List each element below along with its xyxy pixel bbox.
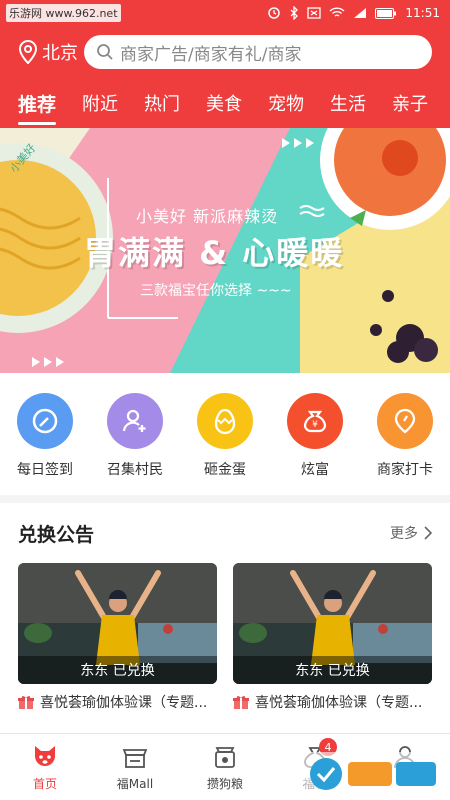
section-title: 兑换公告 — [18, 523, 95, 546]
chevron-right-icon — [424, 526, 432, 540]
exchange-card[interactable]: 东东 已兑换 喜悦荟瑜伽体验课（专题... — [233, 563, 432, 712]
dog-home-icon — [35, 746, 55, 766]
city-label: 北京 — [42, 43, 78, 64]
tab-life[interactable]: 生活 — [330, 90, 366, 116]
nav-dog-food[interactable]: 攒狗粮 — [185, 742, 265, 792]
sim-icon — [307, 7, 322, 19]
tab-hot[interactable]: 热门 — [144, 90, 180, 116]
quick-actions: 每日签到 召集村民 砸金蛋 ¥ 炫富 商家打卡 — [0, 373, 450, 495]
add-user-icon — [107, 393, 163, 449]
location-pin-icon — [18, 40, 38, 64]
more-label: 更多 — [390, 526, 418, 542]
search-input[interactable]: 商家广告/商家有礼/商家 — [84, 35, 432, 69]
gift-icon — [233, 696, 249, 709]
golden-egg-icon — [197, 393, 253, 449]
bluetooth-icon — [290, 6, 299, 20]
quick-golden-egg[interactable]: 砸金蛋 — [185, 393, 265, 495]
nav-label: 攒狗粮 — [206, 777, 243, 791]
banner-text-2: 胃满满 & 心暖暖 — [84, 234, 345, 272]
store-icon — [122, 749, 148, 768]
nav-label: 首页 — [32, 777, 57, 791]
watermark-logo — [304, 752, 442, 796]
tab-recommend[interactable]: 推荐 — [18, 90, 57, 125]
alarm-icon — [268, 7, 281, 19]
search-row: 北京 商家广告/商家有礼/商家 — [0, 26, 450, 78]
gift-icon — [18, 696, 34, 709]
quick-label: 砸金蛋 — [204, 462, 246, 478]
money-bag-icon: ¥ — [287, 393, 343, 449]
quick-invite[interactable]: 召集村民 — [95, 393, 175, 495]
card-overlay: 东东 已兑换 — [233, 656, 432, 684]
dog-food-icon — [215, 747, 235, 768]
search-placeholder: 商家广告/商家有礼/商家 — [120, 44, 302, 65]
city-selector[interactable]: 北京 — [18, 39, 84, 65]
tab-food[interactable]: 美食 — [206, 90, 242, 116]
tab-family[interactable]: 亲子 — [392, 90, 428, 116]
card-overlay: 东东 已兑换 — [18, 656, 217, 684]
status-bar: 乐游网 www.962.net 11:51 — [0, 0, 450, 26]
card-photo: 东东 已兑换 — [18, 563, 217, 684]
tab-pets[interactable]: 宠物 — [268, 90, 304, 116]
card-caption: 喜悦荟瑜伽体验课（专题... — [255, 695, 423, 711]
check-in-icon — [17, 393, 73, 449]
tab-nearby[interactable]: 附近 — [82, 90, 118, 116]
exchange-section: 兑换公告 更多 东东 已兑换 喜悦荟瑜伽体验课（专题... 东东 已兑换 喜悦荟… — [0, 503, 450, 733]
banner-text-1: 小美好 新派麻辣烫 — [136, 207, 279, 226]
quick-label: 召集村民 — [107, 462, 163, 478]
search-icon — [97, 44, 113, 60]
quick-merchant-checkin[interactable]: 商家打卡 — [365, 393, 445, 495]
map-pin-icon — [377, 393, 433, 449]
status-icons: 11:51 — [267, 6, 440, 20]
exchange-card[interactable]: 东东 已兑换 喜悦荟瑜伽体验课（专题... — [18, 563, 217, 712]
header: 乐游网 www.962.net 11:51 北京 商家广告/商家有礼/商家 推荐… — [0, 0, 450, 128]
clock: 11:51 — [405, 6, 440, 20]
quick-check-in[interactable]: 每日签到 — [5, 393, 85, 495]
svg-text:¥: ¥ — [312, 420, 318, 430]
card-caption: 喜悦荟瑜伽体验课（专题... — [40, 695, 208, 711]
more-link[interactable]: 更多 — [390, 523, 432, 543]
nav-mall[interactable]: 福Mall — [95, 742, 175, 792]
signal-icon — [354, 8, 367, 18]
battery-icon — [375, 7, 397, 19]
nav-home[interactable]: 首页 — [5, 742, 85, 792]
wifi-icon — [329, 7, 345, 17]
category-tabs: 推荐 附近 热门 美食 宠物 生活 亲子 — [0, 78, 450, 128]
banner-text-3: 三款福宝任你选择 ~~~ — [140, 283, 292, 299]
watermark-text: 乐游网 www.962.net — [6, 4, 121, 22]
quick-label: 每日签到 — [17, 462, 73, 478]
quick-label: 商家打卡 — [377, 462, 433, 478]
card-photo: 东东 已兑换 — [233, 563, 432, 684]
nav-label: 福Mall — [116, 777, 154, 791]
quick-label: 炫富 — [301, 462, 329, 478]
quick-show-off[interactable]: ¥ 炫富 — [275, 393, 355, 495]
